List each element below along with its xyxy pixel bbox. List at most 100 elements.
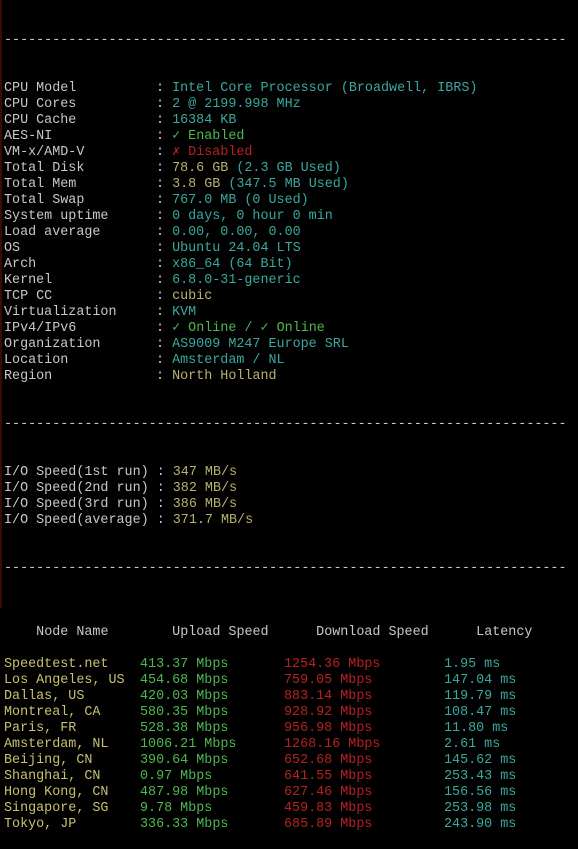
info-label: Kernel: [4, 273, 53, 288]
node-name: Speedtest.net: [4, 657, 109, 672]
upload-speed: 487.98 Mbps: [140, 785, 229, 800]
speedtest-row: Tokyo, JP 336.33 Mbps 685.89 Mbps 243.90 ms: [4, 817, 578, 833]
latency: 145.62 ms: [444, 753, 517, 768]
speedtest-row: Singapore, SG 9.78 Mbps 459.83 Mbps 253.98 …: [4, 801, 578, 817]
info-label: OS: [4, 241, 21, 256]
header-upload-speed: Upload Speed: [172, 625, 269, 640]
io-value: 347 MB/s: [172, 465, 238, 480]
upload-speed: 528.38 Mbps: [140, 721, 229, 736]
io-value: 371.7 MB/s: [172, 513, 254, 528]
system-info-row: Kernel: 6.8.0-31-generic: [4, 273, 578, 289]
info-value: (2.3 GB Used): [228, 161, 341, 176]
separator-top: ----------------------------------------…: [4, 33, 567, 48]
colon-separator: :: [156, 273, 173, 288]
colon-separator: :: [156, 289, 173, 304]
colon-separator: :: [156, 257, 173, 272]
upload-speed: 420.03 Mbps: [140, 689, 229, 704]
latency: 147.04 ms: [444, 673, 517, 688]
info-label: CPU Model: [4, 81, 77, 96]
colon-separator: :: [156, 161, 173, 176]
download-speed: 1254.36 Mbps: [284, 657, 381, 672]
io-speed-row: I/O Speed(average) : 371.7 MB/s: [4, 513, 578, 529]
download-speed: 759.05 Mbps: [284, 673, 373, 688]
system-info-row: TCP CC: cubic: [4, 289, 578, 305]
info-label: Region: [4, 369, 53, 384]
system-info-row: AES-NI: ✓ Enabled: [4, 129, 578, 145]
io-label: I/O Speed(average): [4, 513, 149, 528]
latency: 119.79 ms: [444, 689, 517, 704]
info-value: (347.5 MB Used): [220, 177, 349, 192]
info-value: 3.8 GB: [172, 177, 221, 192]
node-name: Shanghai, CN: [4, 769, 101, 784]
download-speed: 627.46 Mbps: [284, 785, 373, 800]
info-label: System uptime: [4, 209, 109, 224]
download-speed: 641.55 Mbps: [284, 769, 373, 784]
colon-separator: :: [156, 369, 173, 384]
colon-separator: :: [148, 481, 173, 496]
system-info-row: VM-x/AMD-V: ✗ Disabled: [4, 145, 578, 161]
node-name: Beijing, CN: [4, 753, 93, 768]
node-name: Los Angeles, US: [4, 673, 125, 688]
info-label: AES-NI: [4, 129, 53, 144]
io-label: I/O Speed(3rd run): [4, 497, 149, 512]
upload-speed: 390.64 Mbps: [140, 753, 229, 768]
node-name: Singapore, SG: [4, 801, 109, 816]
system-info-row: Total Disk: 78.6 GB (2.3 GB Used): [4, 161, 578, 177]
node-name: Paris, FR: [4, 721, 77, 736]
system-info-row: Region: North Holland: [4, 369, 578, 385]
separator-speedtest: ----------------------------------------…: [4, 561, 567, 576]
info-value: ✓ Online: [260, 321, 325, 336]
separator-io: ----------------------------------------…: [4, 417, 567, 432]
io-speed-section: I/O Speed(1st run) : 347 MB/s I/O Speed(2…: [4, 465, 578, 529]
io-speed-row: I/O Speed(1st run) : 347 MB/s: [4, 465, 578, 481]
latency: 108.47 ms: [444, 705, 517, 720]
speedtest-row: Dallas, US 420.03 Mbps 883.14 Mbps 119.79 m…: [4, 689, 578, 705]
latency: 243.90 ms: [444, 817, 517, 832]
info-value: ✓ Online: [172, 321, 237, 336]
header-node-name: Node Name: [36, 625, 109, 640]
upload-speed: 454.68 Mbps: [140, 673, 229, 688]
info-label: TCP CC: [4, 289, 53, 304]
speedtest-row: Paris, FR 528.38 Mbps 956.98 Mbps 11.80 ms: [4, 721, 578, 737]
speedtest-row: Montreal, CA 580.35 Mbps 928.92 Mbps 108.47…: [4, 705, 578, 721]
system-info-section: CPU Model: Intel Core Processor (Broadwe…: [4, 81, 578, 385]
info-value: 2 @ 2199.998 MHz: [172, 97, 301, 112]
colon-separator: :: [156, 97, 173, 112]
system-info-row: Organization: AS9009 M247 Europe SRL: [4, 337, 578, 353]
info-label: CPU Cores: [4, 97, 77, 112]
system-info-row: OS: Ubuntu 24.04 LTS: [4, 241, 578, 257]
info-value: x86_64 (64 Bit): [172, 257, 293, 272]
upload-speed: 336.33 Mbps: [140, 817, 229, 832]
colon-separator: :: [156, 193, 173, 208]
download-speed: 1268.16 Mbps: [284, 737, 381, 752]
system-info-row: System uptime: 0 days, 0 hour 0 min: [4, 209, 578, 225]
system-info-row: CPU Cache: 16384 KB: [4, 113, 578, 129]
colon-separator: :: [156, 337, 173, 352]
node-name: Amsterdam, NL: [4, 737, 109, 752]
info-label: Load average: [4, 225, 101, 240]
info-value: Amsterdam / NL: [172, 353, 285, 368]
info-label: VM-x/AMD-V: [4, 145, 85, 160]
system-info-row: Load average: 0.00, 0.00, 0.00: [4, 225, 578, 241]
colon-separator: :: [156, 177, 173, 192]
info-value: 0 days, 0 hour 0 min: [172, 209, 333, 224]
info-label: Location: [4, 353, 69, 368]
colon-separator: :: [156, 145, 173, 160]
system-info-row: Total Mem: 3.8 GB (347.5 MB Used): [4, 177, 578, 193]
upload-speed: 580.35 Mbps: [140, 705, 229, 720]
colon-separator: :: [148, 465, 173, 480]
info-value: North Holland: [172, 369, 277, 384]
info-value: KVM: [172, 305, 197, 320]
info-value: 16384 KB: [172, 113, 237, 128]
info-label: Arch: [4, 257, 37, 272]
speedtest-row: Shanghai, CN 0.97 Mbps 641.55 Mbps 253.43 m…: [4, 769, 578, 785]
system-info-row: CPU Cores: 2 @ 2199.998 MHz: [4, 97, 578, 113]
latency: 156.56 ms: [444, 785, 517, 800]
download-speed: 928.92 Mbps: [284, 705, 373, 720]
colon-separator: :: [156, 113, 173, 128]
system-info-row: Total Swap: 767.0 MB (0 Used): [4, 193, 578, 209]
node-name: Dallas, US: [4, 689, 85, 704]
upload-speed: 0.97 Mbps: [140, 769, 213, 784]
info-label: Total Mem: [4, 177, 77, 192]
system-info-row: CPU Model: Intel Core Processor (Broadwe…: [4, 81, 578, 97]
